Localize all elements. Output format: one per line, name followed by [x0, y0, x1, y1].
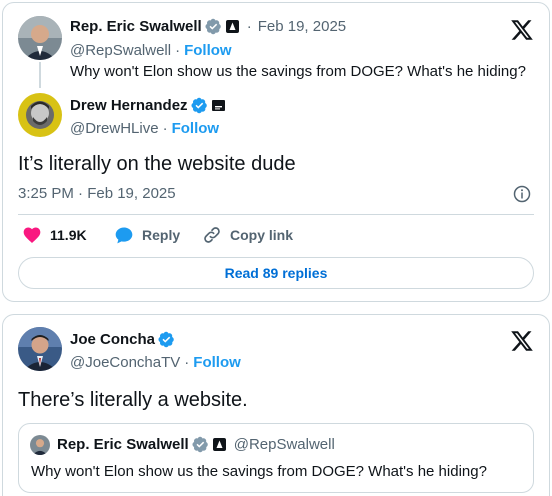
reply-subheader: @DrewHLive · Follow: [70, 120, 219, 137]
tweet-text: There’s literally a website.: [18, 389, 248, 411]
reply-bubble-icon: [115, 227, 133, 244]
tweet-header: Joe Concha: [70, 331, 175, 348]
quoted-author-name: Rep. Eric Swalwell: [57, 436, 189, 453]
avatar-swalwell-small: [30, 435, 50, 455]
copy-link-button[interactable]: Copy link: [202, 225, 293, 245]
separator: ·: [162, 120, 168, 137]
read-replies-button[interactable]: Read 89 replies: [18, 257, 534, 289]
quoted-header: Rep. Eric Swalwell @RepSwalwell: [57, 436, 335, 453]
embedded-tweet-card: Rep. Eric Swalwell · Feb 19, 2025 @RepSw…: [2, 2, 550, 302]
affiliate-badge-icon: [225, 20, 239, 33]
reply-label: Reply: [142, 227, 181, 243]
tweet-subheader: @JoeConchaTV · Follow: [70, 354, 241, 371]
reply-button[interactable]: Reply: [114, 225, 180, 245]
like-count: 11.9K: [50, 227, 87, 243]
copy-link-label: Copy link: [230, 227, 294, 243]
author-handle[interactable]: @RepSwalwell: [70, 42, 171, 59]
quoted-tweet-text: Why won't Elon show us the savings from …: [31, 463, 487, 480]
avatar-swalwell[interactable]: [18, 16, 62, 60]
divider: [18, 214, 534, 215]
follow-button[interactable]: Follow: [172, 120, 220, 137]
verified-blue-badge-icon: [158, 331, 175, 348]
author-name[interactable]: Rep. Eric Swalwell: [70, 18, 202, 35]
parent-tweet-text: Why won't Elon show us the savings from …: [70, 63, 526, 80]
avatar-drew-hernandez[interactable]: [18, 93, 62, 137]
separator: ·: [184, 354, 190, 371]
embedded-tweet-card: Joe Concha @JoeConchaTV · Follow There’s…: [2, 314, 550, 496]
follow-button[interactable]: Follow: [184, 42, 232, 59]
avatar-joe-concha[interactable]: [18, 327, 62, 371]
quoted-tweet[interactable]: Rep. Eric Swalwell @RepSwalwell Why won'…: [18, 423, 534, 493]
tweet-text: It’s literally on the website dude: [18, 153, 296, 175]
x-logo-icon[interactable]: [509, 329, 535, 353]
verified-gray-badge-icon: [192, 436, 209, 453]
author-handle[interactable]: @DrewHLive: [70, 120, 159, 137]
tweet-date[interactable]: Feb 19, 2025: [258, 18, 346, 35]
reply-header: Drew Hernandez: [70, 97, 225, 114]
verified-blue-badge-icon: [191, 97, 208, 114]
author-name[interactable]: Joe Concha: [70, 331, 155, 348]
verified-gray-badge-icon: [205, 18, 222, 35]
heart-icon: [23, 227, 41, 243]
author-name[interactable]: Drew Hernandez: [70, 97, 188, 114]
like-button[interactable]: 11.9K: [22, 225, 87, 245]
link-icon: [204, 227, 220, 243]
tweet-timestamp[interactable]: 3:25 PM · Feb 19, 2025: [18, 185, 176, 202]
info-icon[interactable]: [513, 185, 531, 203]
separator: ·: [175, 42, 181, 59]
x-logo-icon[interactable]: [509, 18, 535, 42]
affiliate-badge-icon: [211, 100, 225, 111]
affiliate-badge-icon: [212, 438, 226, 451]
author-handle[interactable]: @JoeConchaTV: [70, 354, 180, 371]
follow-button[interactable]: Follow: [193, 354, 241, 371]
parent-subheader: @RepSwalwell · Follow: [70, 42, 232, 59]
parent-header: Rep. Eric Swalwell · Feb 19, 2025: [70, 18, 346, 35]
separator: ·: [246, 18, 252, 35]
quoted-author-handle: @RepSwalwell: [233, 436, 335, 453]
thread-line: [39, 62, 41, 88]
